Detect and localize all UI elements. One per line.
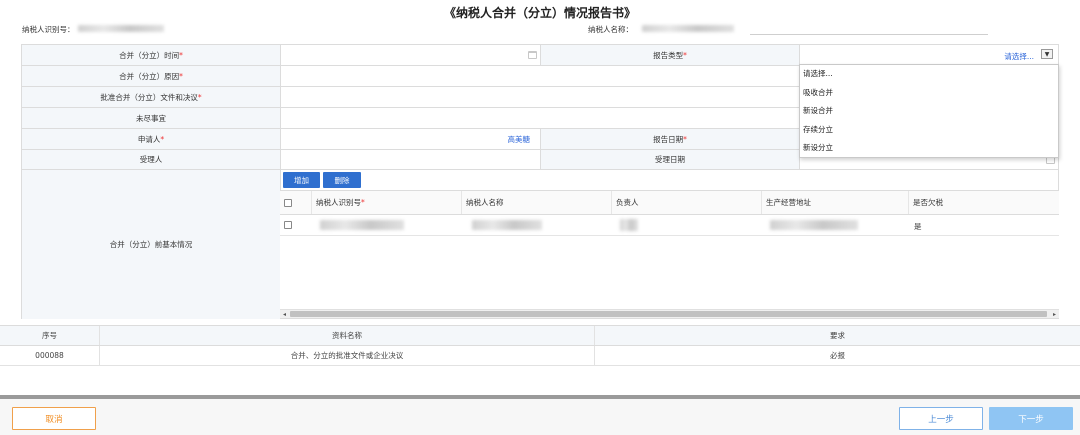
next-step-button[interactable]: 下一步 [989,407,1073,430]
approval-doc-label: 批准合并（分立）文件和决议 * [22,87,281,108]
doc-seq: 000088 [0,346,100,365]
applicant-input[interactable]: 高美糖 [281,129,541,150]
taxpayer-id-redacted [78,25,164,32]
col-address: 生产经营地址 [762,191,909,214]
table-header: 纳税人识别号 * 纳税人名称 负责人 生产经营地址 是否欠税 [280,190,1059,215]
col-taxpayer-id: 纳税人识别号 * [312,191,462,214]
col-doc-name: 资料名称 [100,326,595,345]
row-taxpayer-name-redacted [472,220,542,230]
footer-bar: 取消 上一步 下一步 [0,399,1080,435]
prev-step-button[interactable]: 上一步 [899,407,983,430]
row-select-cell [280,215,312,235]
row-taxpayer-id-redacted [320,220,404,230]
acceptor-input[interactable] [281,150,541,170]
pre-merge-table: 纳税人识别号 * 纳税人名称 负责人 生产经营地址 是否欠税 是 ◂ ▸ [280,190,1059,318]
cancel-button[interactable]: 取消 [12,407,96,430]
scroll-left-icon[interactable]: ◂ [283,310,286,319]
col-responsible-person: 负责人 [612,191,762,214]
option-new-merger[interactable]: 新设合并 [800,102,1058,121]
option-absorption-merger[interactable]: 吸收合并 [800,84,1058,103]
row-owes-tax: 是 [914,222,922,231]
taxpayer-name-underline [750,34,988,35]
pending-matters-label: 未尽事宜 [22,108,281,129]
report-type-selected: 请选择... [1004,52,1034,61]
merge-reason-label: 合并（分立）原因 * [22,66,281,87]
add-button[interactable]: 增加 [283,172,320,188]
report-type-label: 报告类型 * [541,45,800,66]
table-row[interactable]: 是 [280,215,1059,236]
col-seq: 序号 [0,326,100,345]
row-responsible-redacted [620,219,638,231]
option-continuing-split[interactable]: 存续分立 [800,121,1058,140]
option-new-split[interactable]: 新设分立 [800,139,1058,158]
report-type-dropdown: 请选择... 吸收合并 新设合并 存续分立 新设分立 [799,64,1059,158]
docs-table-header: 序号 资料名称 要求 [0,325,1080,346]
table-row[interactable]: 000088 合并、分立的批准文件或企业决议 必报 [0,346,1080,366]
merge-time-input[interactable] [281,45,541,66]
merge-time-label: 合并（分立）时间 * [22,45,281,66]
select-all-cell [280,191,312,214]
taxpayer-id-label: 纳税人识别号： [22,25,75,34]
option-placeholder[interactable]: 请选择... [800,65,1058,84]
select-all-checkbox[interactable] [284,198,292,207]
applicant-label: 申请人 * [22,129,281,150]
row-address-redacted [770,220,858,230]
taxpayer-name-redacted [642,25,734,32]
doc-requirement: 必报 [830,351,845,360]
documents-table: 序号 资料名称 要求 000088 合并、分立的批准文件或企业决议 必报 [0,325,1080,395]
scrollbar-thumb[interactable] [290,311,1047,317]
chevron-down-icon[interactable]: ▼ [1041,49,1053,59]
scroll-right-icon[interactable]: ▸ [1053,310,1056,319]
row-checkbox[interactable] [284,221,292,229]
col-owes-tax: 是否欠税 [913,198,943,207]
report-type-select[interactable]: 请选择... ▼ [800,45,1059,66]
horizontal-scrollbar[interactable]: ◂ ▸ [280,309,1059,318]
applicant-value: 高美糖 [507,134,531,144]
basic-info-label: 合并（分立）前基本情况 [22,170,281,319]
acceptor-label: 受理人 [22,150,281,170]
accept-date-label: 受理日期 [541,150,800,170]
col-requirement: 要求 [830,331,845,340]
page-title: 《纳税人合并（分立）情况报告书》 [443,6,636,20]
calendar-icon[interactable] [528,51,537,59]
col-taxpayer-name: 纳税人名称 [462,191,612,214]
report-date-label: 报告日期 * [541,129,800,150]
delete-button[interactable]: 删除 [323,172,361,188]
doc-name: 合并、分立的批准文件或企业决议 [100,346,595,365]
taxpayer-name-label: 纳税人名称： [588,25,633,34]
